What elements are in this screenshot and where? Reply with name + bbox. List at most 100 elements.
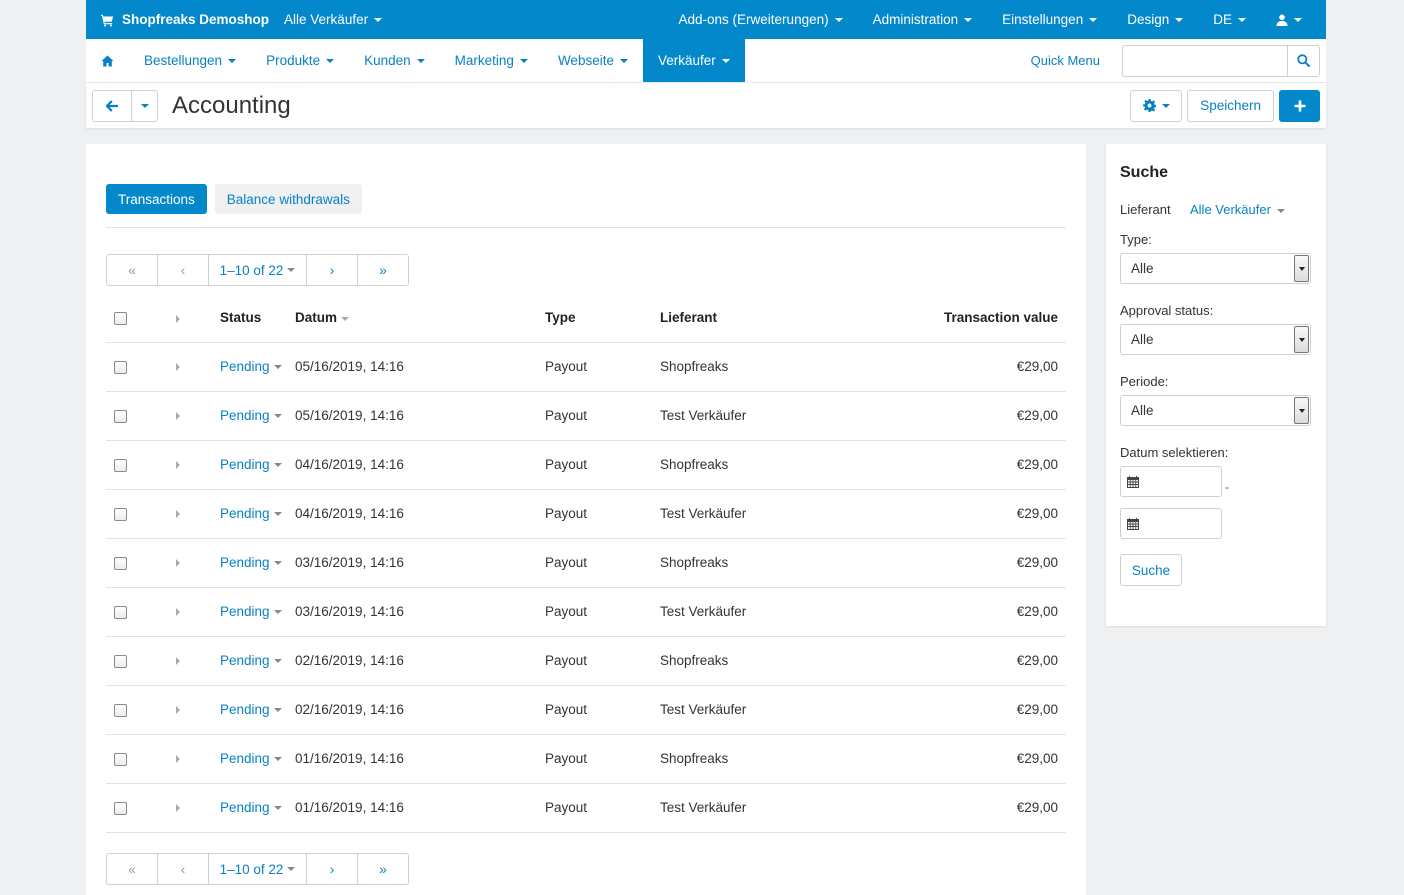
tab-transactions[interactable]: Transactions <box>106 184 207 214</box>
row-select-cell <box>106 538 158 588</box>
menu-administration[interactable]: Administration <box>858 12 988 27</box>
nav-vendors[interactable]: Verkäufer <box>642 39 745 82</box>
column-date[interactable]: Datum <box>295 294 545 343</box>
status-label: Pending <box>220 555 270 570</box>
value-cell: €29,00 <box>860 636 1066 686</box>
date-to-input[interactable] <box>1120 508 1222 539</box>
expand-all-cell <box>158 294 220 343</box>
page-range-dropdown[interactable]: 1–10 of 22 <box>208 853 307 885</box>
nav-website[interactable]: Webseite <box>543 39 643 82</box>
settings-dropdown-button[interactable] <box>1130 89 1183 122</box>
caret-right-icon[interactable] <box>176 804 180 813</box>
status-dropdown[interactable]: Pending <box>220 408 282 423</box>
row-checkbox[interactable] <box>114 507 127 521</box>
status-dropdown[interactable]: Pending <box>220 506 282 521</box>
status-dropdown[interactable]: Pending <box>220 702 282 717</box>
chevron-down-icon <box>273 806 282 811</box>
row-expand-cell <box>158 391 220 441</box>
nav-marketing[interactable]: Marketing <box>440 39 543 82</box>
next-page-button[interactable]: › <box>306 254 358 286</box>
type-label: Type: <box>1120 232 1152 247</box>
caret-right-icon[interactable] <box>176 510 180 519</box>
last-page-button[interactable]: » <box>357 853 409 885</box>
row-checkbox[interactable] <box>114 605 127 619</box>
page-range-dropdown[interactable]: 1–10 of 22 <box>208 254 307 286</box>
select-all-cell <box>106 294 158 343</box>
menu-settings[interactable]: Einstellungen <box>987 12 1112 27</box>
date-cell: 01/16/2019, 14:16 <box>295 734 545 784</box>
tab-balance-withdrawals[interactable]: Balance withdrawals <box>214 184 362 214</box>
chevron-down-icon <box>619 58 628 63</box>
caret-right-icon[interactable] <box>176 657 180 666</box>
prev-page-button[interactable]: ‹ <box>157 254 209 286</box>
status-dropdown[interactable]: Pending <box>220 604 282 619</box>
select-all-checkbox[interactable] <box>114 312 127 326</box>
type-cell: Payout <box>545 538 660 588</box>
type-select[interactable]: Alle <box>1120 253 1311 284</box>
row-checkbox[interactable] <box>114 556 127 570</box>
quick-menu-link[interactable]: Quick Menu <box>1031 39 1122 82</box>
status-dropdown[interactable]: Pending <box>220 653 282 668</box>
caret-right-icon[interactable] <box>176 412 180 421</box>
vendor-selector[interactable]: Alle Verkäufer <box>269 12 397 27</box>
status-dropdown[interactable]: Pending <box>220 457 282 472</box>
row-expand-cell <box>158 685 220 735</box>
caret-right-icon[interactable] <box>176 608 180 617</box>
status-dropdown[interactable]: Pending <box>220 555 282 570</box>
nav-customers[interactable]: Kunden <box>349 39 440 82</box>
nav-customers-label: Kunden <box>364 53 411 68</box>
back-button[interactable] <box>92 89 132 122</box>
next-page-button[interactable]: › <box>306 853 358 885</box>
home-button[interactable] <box>86 39 129 82</box>
row-checkbox[interactable] <box>114 409 127 423</box>
first-page-button[interactable]: « <box>106 853 158 885</box>
caret-right-icon[interactable] <box>176 461 180 470</box>
row-checkbox[interactable] <box>114 654 127 668</box>
prev-page-button[interactable]: ‹ <box>157 853 209 885</box>
search-button[interactable] <box>1287 44 1320 77</box>
menu-design[interactable]: Design <box>1112 12 1198 27</box>
date-from-input[interactable] <box>1120 466 1222 497</box>
type-cell: Payout <box>545 587 660 637</box>
caret-right-icon[interactable] <box>176 755 180 764</box>
user-menu[interactable] <box>1261 14 1326 26</box>
store-brand[interactable]: Shopfreaks Demoshop <box>86 12 269 27</box>
row-checkbox[interactable] <box>114 360 127 374</box>
nav-orders-label: Bestellungen <box>144 53 223 68</box>
period-select[interactable]: Alle <box>1120 395 1311 426</box>
row-expand-cell <box>158 440 220 490</box>
row-checkbox[interactable] <box>114 458 127 472</box>
save-button[interactable]: Speichern <box>1187 89 1274 122</box>
last-page-button[interactable]: » <box>357 254 409 286</box>
chevron-down-icon <box>1294 17 1302 22</box>
vendor-filter-dropdown[interactable]: Alle Verkäufer <box>1190 202 1285 217</box>
caret-right-icon[interactable] <box>176 559 180 568</box>
nav-products[interactable]: Produkte <box>251 39 349 82</box>
language-selector[interactable]: DE <box>1198 12 1261 27</box>
value-cell: €29,00 <box>860 734 1066 784</box>
caret-right-icon[interactable] <box>176 706 180 715</box>
back-dropdown-button[interactable] <box>132 89 158 122</box>
nav-orders[interactable]: Bestellungen <box>129 39 251 82</box>
first-page-button[interactable]: « <box>106 254 158 286</box>
status-label: Pending <box>220 751 270 766</box>
approval-select[interactable]: Alle <box>1120 324 1311 355</box>
user-icon <box>1276 14 1288 26</box>
row-checkbox[interactable] <box>114 703 127 717</box>
status-dropdown[interactable]: Pending <box>220 359 282 374</box>
caret-right-icon[interactable] <box>176 314 180 323</box>
chevron-down-icon <box>228 58 237 63</box>
status-dropdown[interactable]: Pending <box>220 751 282 766</box>
search-input[interactable] <box>1122 44 1287 77</box>
menu-addons[interactable]: Add-ons (Erweiterungen) <box>664 12 858 27</box>
chevron-down-icon <box>273 757 282 762</box>
table-row: Pending 04/16/2019, 14:16 Payout Test Verkä… <box>106 489 1066 539</box>
row-checkbox[interactable] <box>114 752 127 766</box>
row-checkbox[interactable] <box>114 801 127 815</box>
vendor-cell: Shopfreaks <box>660 440 860 490</box>
caret-right-icon[interactable] <box>176 363 180 372</box>
status-dropdown[interactable]: Pending <box>220 800 282 815</box>
status-label: Pending <box>220 506 270 521</box>
add-button[interactable] <box>1279 89 1320 122</box>
sidebar-search-button[interactable]: Suche <box>1120 554 1182 586</box>
